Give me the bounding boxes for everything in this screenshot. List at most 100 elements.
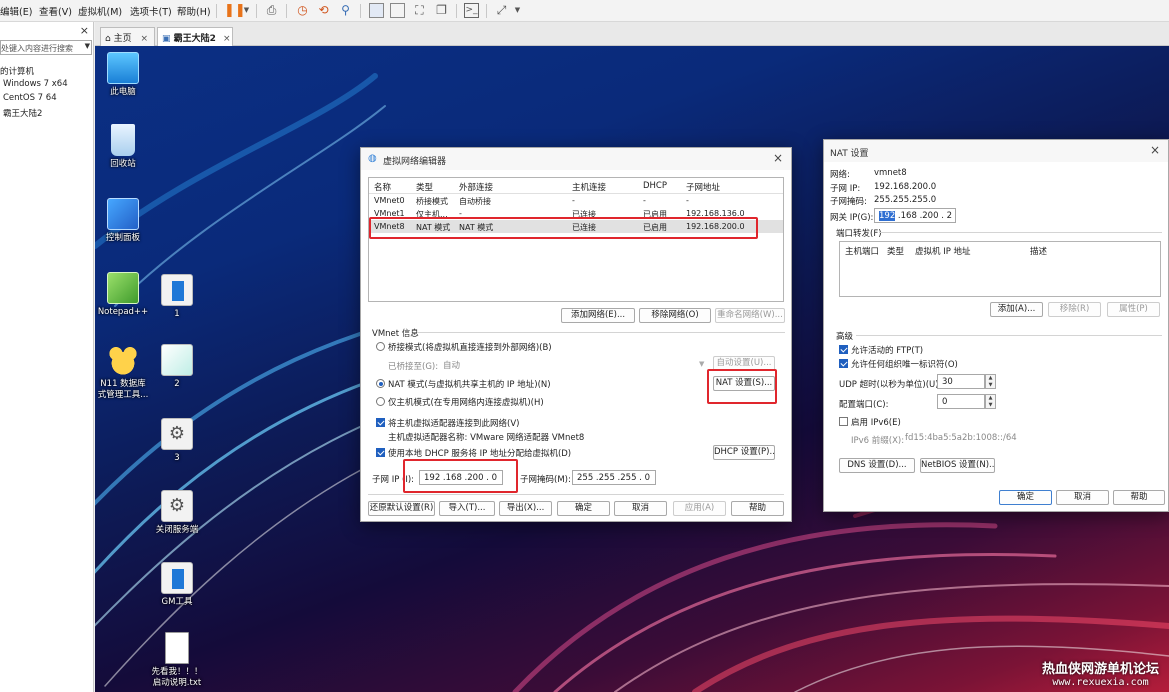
column-header[interactable]: 子网地址: [686, 181, 720, 193]
stretch-icon[interactable]: ⤢: [494, 3, 509, 18]
auto-settings-button[interactable]: 自动设置(U)...: [713, 356, 775, 371]
dropdown-arrow-icon[interactable]: ▼: [510, 3, 525, 18]
udp-timeout-input[interactable]: 30: [937, 374, 985, 389]
desktop-icon-2[interactable]: 2: [145, 344, 209, 390]
allow-ftp-label[interactable]: 允许活动的 FTP(T): [851, 344, 923, 356]
enable-ipv6-label[interactable]: 启用 IPv6(E): [851, 416, 901, 428]
tab-home[interactable]: ⌂ 主页 ×: [100, 27, 155, 46]
ok-button[interactable]: 确定: [557, 501, 610, 516]
close-icon[interactable]: ×: [771, 151, 785, 165]
cancel-button[interactable]: 取消: [1056, 490, 1109, 505]
subnet-mask-input[interactable]: 255 .255 .255 . 0: [572, 470, 656, 485]
subnet-ip-input[interactable]: 192 .168 .200 . 0: [419, 470, 503, 485]
menu-tabs[interactable]: 选项卡(T): [130, 4, 172, 18]
column-header[interactable]: 名称: [374, 181, 391, 193]
desktop-icon-3[interactable]: ⚙ 3: [145, 418, 209, 464]
tree-my-computer[interactable]: 的计算机: [0, 65, 34, 77]
help-button[interactable]: 帮助: [1113, 490, 1165, 505]
host-only-label[interactable]: 仅主机模式(在专用网络内连接虚拟机)(H): [388, 396, 544, 408]
column-header[interactable]: 外部连接: [459, 181, 493, 193]
menu-vm[interactable]: 虚拟机(M): [78, 4, 122, 18]
search-dropdown-icon[interactable]: ▼: [85, 42, 90, 50]
console-view-icon[interactable]: [390, 3, 405, 18]
desktop-icon-control-panel[interactable]: 控制面板: [95, 198, 155, 244]
snapshot-icon[interactable]: ◷: [295, 3, 310, 18]
column-header[interactable]: 主机连接: [572, 181, 606, 193]
column-header[interactable]: 类型: [416, 181, 433, 193]
table-row[interactable]: VMnet1 仅主机... - 已连接 已启用 192.168.136.0: [369, 207, 783, 220]
column-header[interactable]: 虚拟机 IP 地址: [915, 245, 971, 257]
import-button[interactable]: 导入(T)...: [439, 501, 495, 516]
config-port-spinner[interactable]: ▲ ▼: [985, 394, 996, 409]
tree-vm-windows7[interactable]: Windows 7 x64: [3, 79, 68, 89]
connect-adapter-checkbox[interactable]: [376, 418, 385, 427]
cancel-button[interactable]: 取消: [614, 501, 667, 516]
export-button[interactable]: 导出(X)...: [499, 501, 552, 516]
menu-view[interactable]: 查看(V): [39, 4, 72, 18]
netbios-settings-button[interactable]: NetBIOS 设置(N)...: [920, 458, 995, 473]
gateway-ip-input[interactable]: 192 .168 .200 . 2: [874, 208, 956, 223]
column-header[interactable]: 描述: [1030, 245, 1047, 257]
revert-snapshot-icon[interactable]: ⟲: [316, 3, 331, 18]
desktop-icon-recycle-bin[interactable]: 回收站: [95, 124, 155, 170]
apply-button[interactable]: 应用(A): [673, 501, 726, 516]
host-only-radio[interactable]: [376, 397, 385, 406]
desktop-icon-this-pc[interactable]: 此电脑: [95, 52, 155, 98]
dns-settings-button[interactable]: DNS 设置(D)...: [839, 458, 915, 473]
ipv6-prefix-input[interactable]: fd15:4ba5:5a2b:1008::/64: [901, 431, 1037, 446]
tree-vm-bawang[interactable]: 霸王大陆2: [3, 107, 42, 119]
port-forwarding-table[interactable]: 主机端口 类型 虚拟机 IP 地址 描述: [839, 241, 1161, 297]
nat-mode-label[interactable]: NAT 模式(与虚拟机共享主机的 IP 地址)(N): [388, 378, 551, 390]
table-row-selected[interactable]: VMnet8 NAT 模式 NAT 模式 已连接 已启用 192.168.200…: [369, 220, 783, 233]
bridged-to-select[interactable]: 自动: [439, 357, 707, 372]
port-forward-add-button[interactable]: 添加(A)...: [990, 302, 1043, 317]
unity-icon[interactable]: ❐: [434, 3, 449, 18]
desktop-icon-readme[interactable]: 先看我！！！ 启动说明.txt: [145, 632, 209, 689]
nat-mode-radio[interactable]: [376, 379, 385, 388]
column-header[interactable]: 主机端口: [845, 245, 879, 257]
sidebar-close-icon[interactable]: ×: [80, 24, 89, 37]
desktop-icon-gm-tool[interactable]: GM工具: [145, 562, 209, 608]
tab-close-icon[interactable]: ×: [223, 34, 231, 44]
connect-adapter-label[interactable]: 将主机虚拟适配器连接到此网络(V): [388, 417, 519, 429]
menu-edit[interactable]: 编辑(E): [0, 4, 32, 18]
menu-help[interactable]: 帮助(H): [177, 4, 211, 18]
desktop-icon-stop-server[interactable]: ⚙ 关闭服务端: [145, 490, 209, 536]
udp-timeout-spinner[interactable]: ▲ ▼: [985, 374, 996, 389]
allow-oui-checkbox[interactable]: [839, 359, 848, 368]
full-screen-icon[interactable]: ⛶: [412, 3, 427, 18]
use-dhcp-checkbox[interactable]: [376, 448, 385, 457]
bridge-mode-label[interactable]: 桥接模式(将虚拟机直接连接到外部网络)(B): [388, 341, 552, 353]
add-network-button[interactable]: 添加网络(E)...: [561, 308, 635, 323]
use-dhcp-label[interactable]: 使用本地 DHCP 服务将 IP 地址分配给虚拟机(D): [388, 447, 571, 459]
tab-close-icon[interactable]: ×: [140, 34, 148, 44]
pause-icon[interactable]: ❚❚: [224, 3, 246, 18]
tab-bawang[interactable]: ▣ 霸王大陆2 ×: [157, 27, 233, 46]
table-row[interactable]: VMnet0 桥接模式 自动桥接 - - -: [369, 194, 783, 207]
ok-button[interactable]: 确定: [999, 490, 1052, 505]
send-keys-icon[interactable]: ⎙: [264, 3, 279, 18]
restore-defaults-button[interactable]: 还原默认设置(R): [368, 501, 435, 516]
snapshot-manager-icon[interactable]: ⚲: [338, 3, 353, 18]
rename-network-button[interactable]: 重命名网络(W)...: [715, 308, 785, 323]
tree-vm-centos7[interactable]: CentOS 7 64: [3, 93, 57, 103]
vmnet-table[interactable]: 名称 类型 外部连接 主机连接 DHCP 子网地址 VMnet0 桥接模式 自动…: [368, 177, 784, 302]
dropdown-arrow-icon[interactable]: ▼: [239, 3, 254, 18]
close-icon[interactable]: ×: [1148, 143, 1162, 157]
config-port-input[interactable]: 0: [937, 394, 985, 409]
enable-ipv6-checkbox[interactable]: [839, 417, 848, 426]
help-button[interactable]: 帮助: [731, 501, 784, 516]
column-header[interactable]: 类型: [887, 245, 904, 257]
column-header[interactable]: DHCP: [643, 181, 667, 191]
allow-oui-label[interactable]: 允许任何组织唯一标识符(O): [851, 358, 958, 370]
bridge-mode-radio[interactable]: [376, 342, 385, 351]
single-window-icon[interactable]: [369, 3, 384, 18]
remove-network-button[interactable]: 移除网络(O): [639, 308, 711, 323]
port-forward-properties-button[interactable]: 属性(P): [1107, 302, 1160, 317]
nat-settings-button[interactable]: NAT 设置(S)...: [713, 376, 775, 391]
allow-ftp-checkbox[interactable]: [839, 345, 848, 354]
port-forward-remove-button[interactable]: 移除(R): [1048, 302, 1101, 317]
library-search-input[interactable]: 处键入内容进行搜索: [0, 40, 92, 55]
terminal-icon[interactable]: >_: [464, 3, 479, 18]
dhcp-settings-button[interactable]: DHCP 设置(P)...: [713, 445, 775, 460]
